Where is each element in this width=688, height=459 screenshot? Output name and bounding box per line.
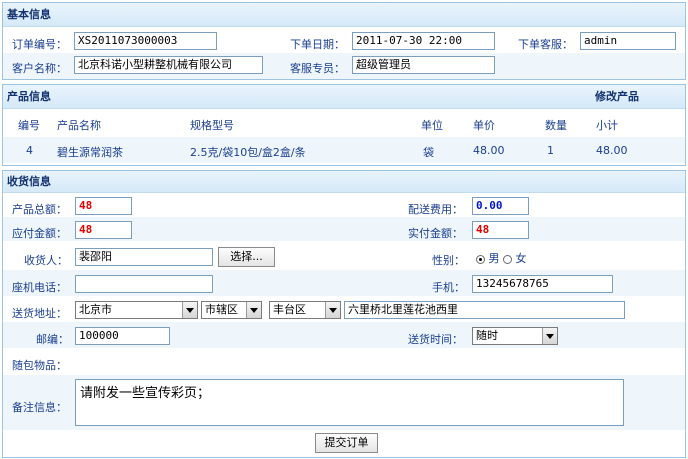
district-value: 丰台区 [273,303,306,316]
receiver-field[interactable]: 裴邵阳 [75,248,213,266]
staff-field[interactable]: 超级管理员 [352,56,495,74]
phone-field[interactable] [75,275,213,293]
gender-female-label: 女 [515,252,527,265]
chevron-down-icon [246,302,261,318]
items-label: 随包物品： [12,359,67,372]
gender-female-radio[interactable] [503,254,512,264]
payable-label: 应付金额： [12,227,67,240]
chevron-down-icon [542,328,557,344]
city-value: 市辖区 [205,303,238,316]
product-info-title: 产品信息 [7,90,51,103]
province-value: 北京市 [79,303,112,316]
delivery-time-label: 送货时间： [408,333,463,346]
address-label: 送货地址： [12,307,67,320]
choose-receiver-button[interactable]: 选择... [218,247,275,267]
remark-textarea[interactable]: 请附发一些宣传彩页； [75,379,624,426]
table-row: 4 碧生源常润茶 2.5克/袋10包/盒2盒/条 袋 48.00 1 48.00 [3,137,685,163]
cell-price: 48.00 [473,144,505,157]
total-field[interactable]: 48 [75,197,132,215]
chevron-down-icon [325,302,340,318]
mobile-label: 手机： [432,281,465,294]
receiver-label: 收货人： [24,254,68,267]
zip-field[interactable]: 100000 [75,327,170,345]
district-select[interactable]: 丰台区 [269,301,341,319]
remark-label: 备注信息： [12,401,67,414]
paid-label: 实付金额： [408,227,463,240]
order-no-label: 订单编号： [12,38,67,51]
col-qty: 数量 [545,119,567,132]
order-date-field[interactable]: 2011-07-30 22:00 [352,32,495,50]
gender-male-radio[interactable] [476,254,485,264]
product-info-header: 产品信息 修改产品 [3,85,685,109]
edit-product-link[interactable]: 修改产品 [595,85,639,109]
total-label: 产品总额： [12,203,67,216]
paid-field[interactable]: 48 [472,221,529,239]
zip-label: 邮编： [36,333,69,346]
basic-info-panel: 基本信息 订单编号： XS2011073000003 下单日期： 2011-07… [2,2,686,80]
delivery-time-select[interactable]: 随时 [472,327,558,345]
delivery-fee-field[interactable]: 0.00 [472,197,529,215]
cell-subtotal: 48.00 [596,144,628,157]
customer-field[interactable]: 北京科诺小型耕整机械有限公司 [74,56,263,74]
cs-field[interactable]: admin [580,32,676,50]
col-no: 编号 [18,119,40,132]
gender-male-label: 男 [488,252,500,265]
cell-no: 4 [26,144,33,157]
mobile-field[interactable]: 13245678765 [472,275,613,293]
staff-label: 客服专员： [290,62,345,75]
customer-label: 客户名称： [12,62,67,75]
cell-unit: 袋 [423,146,434,159]
submit-order-button[interactable]: 提交订单 [315,433,378,453]
cs-label: 下单客服： [518,38,573,51]
col-price: 单价 [473,119,495,132]
shipping-info-panel: 收货信息 产品总额： 48 配送费用： 0.00 应付金额： 48 实付金额： … [2,170,686,458]
col-unit: 单位 [421,119,443,132]
basic-info-title: 基本信息 [7,8,51,21]
col-name: 产品名称 [57,119,101,132]
basic-info-header: 基本信息 [3,3,685,27]
cell-name: 碧生源常润茶 [57,146,123,159]
street-field[interactable]: 六里桥北里莲花池西里 [344,301,625,319]
cell-spec: 2.5克/袋10包/盒2盒/条 [190,146,306,159]
chevron-down-icon [182,302,197,318]
product-table-header: 编号 产品名称 规格型号 单位 单价 数量 小计 [3,111,685,135]
delivery-fee-label: 配送费用： [408,203,463,216]
shipping-info-title: 收货信息 [7,175,51,188]
city-select[interactable]: 市辖区 [201,301,262,319]
cell-qty: 1 [547,144,554,157]
gender-label: 性别： [432,254,465,267]
phone-label: 座机电话： [12,281,67,294]
order-date-label: 下单日期： [290,38,345,51]
province-select[interactable]: 北京市 [75,301,198,319]
payable-field[interactable]: 48 [75,221,132,239]
shipping-info-header: 收货信息 [3,171,685,193]
gender-group: 男 女 [476,250,527,266]
col-spec: 规格型号 [190,119,234,132]
product-info-panel: 产品信息 修改产品 编号 产品名称 规格型号 单位 单价 数量 小计 4 碧生源… [2,84,686,166]
order-no-field[interactable]: XS2011073000003 [74,32,217,50]
delivery-time-value: 随时 [476,329,498,342]
col-subtotal: 小计 [596,119,618,132]
